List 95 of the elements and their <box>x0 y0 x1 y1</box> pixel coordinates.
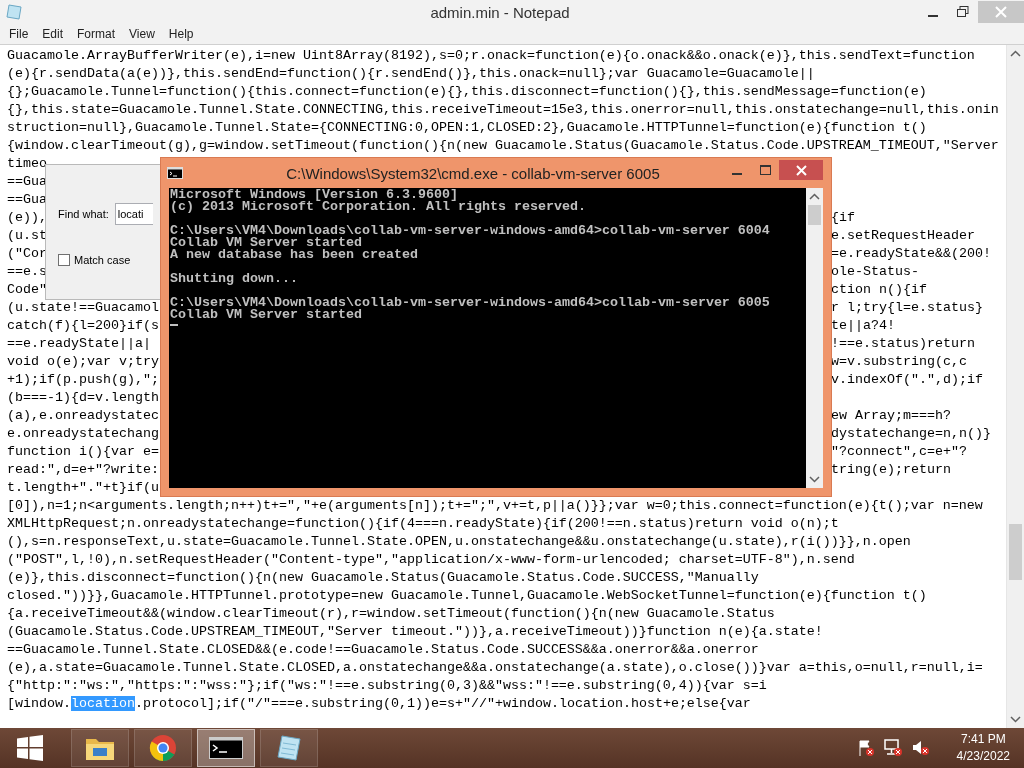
code-line: ==Guacamole.Tunnel.State.CLOSED&&(e.code!==Guacamole.Status.Code.SUCCESS&&a.onerror&&a.onerror <box>7 642 759 657</box>
code-line: timeo <box>7 156 47 171</box>
code-line: struction=null},Guacamole.Tunnel.State={CONNECTING:0,OPEN:1,CLOSED:2},Guacamole.HTTPTunnel=function(e){function t() <box>7 120 927 135</box>
menu-item[interactable]: View <box>122 27 162 41</box>
window-title: C:\Windows\System32\cmd.exe - collab-vm-server 6005 <box>285 164 661 182</box>
clock-date: 4/23/2022 <box>956 748 1010 765</box>
code-line: e.onreadystatechang <box>7 426 159 441</box>
menu-item[interactable]: Edit <box>35 27 71 41</box>
code-line: {window.clearTimeout(g),g=window.setTimeout(function(){n(new Guacamole.Status(Guacamole.Status.Code.UPSTREAM_TIMEOUT,"Server <box>7 138 999 153</box>
menu-item[interactable]: Format <box>70 27 123 41</box>
close-button[interactable] <box>779 160 823 180</box>
taskbar-button[interactable] <box>134 729 192 767</box>
code-line: {};Guacamole.Tunnel=function(){this.connect=function(e){},this.disconnect=function(){},this.sendMessage=function(e) <box>7 84 927 99</box>
code-line: read:",d=e+"?write: <box>7 462 159 477</box>
code-line: "?connect",c=e+"? <box>831 444 967 459</box>
restore-icon <box>957 6 969 18</box>
console-line: A new database has been created <box>170 247 418 262</box>
code-line: tring(e);return <box>831 462 951 477</box>
code-line: Guacamole.ArrayBufferWriter(e),i=new Uint8Array(8192),s=0;r.onack=function(e){o.onack&&o.onack(e)},this.sendText=function <box>7 48 975 63</box>
code-line: dystatechange=n,n()} <box>831 426 991 441</box>
code-line: Code" <box>7 282 47 297</box>
code-line: !==e.status)return <box>831 336 975 351</box>
speaker-muted-icon[interactable] <box>910 739 931 757</box>
code-line: t.length+"."+t}if(u <box>7 480 159 495</box>
code-line: w=v.substring(c,c <box>831 354 967 369</box>
code-line: XMLHttpRequest;n.onreadystatechange=function(){if(4===n.readyState){if(200!==n.status)return void o(n);t <box>7 516 839 531</box>
notepad-icon <box>6 4 22 20</box>
clock-time: 7:41 PM <box>960 731 1006 748</box>
code-line: ==Gua <box>7 192 47 207</box>
network-icon[interactable] <box>882 739 903 757</box>
console-line: Microsoft Windows [Version 6.3.9600] <box>170 187 458 202</box>
browser-icon <box>149 734 177 762</box>
code-line: (a),e.onreadystatec <box>7 408 159 423</box>
code-line: (Guacamole.Status.Code.UPSTREAM_TIMEOUT,"Server timeout."))},a.receiveTimeout))}function n(e){a.state! <box>7 624 823 639</box>
minimize-icon <box>732 173 742 175</box>
code-line: ==e.readyState||a| <box>7 336 151 351</box>
checkbox-label: Match case <box>74 254 131 266</box>
code-line: (e)},this.disconnect=function(){n(new Guacamole.Status(Guacamole.Status.Code.SUCCESS,"Manually <box>7 570 759 585</box>
code-line: (e)), <box>7 210 47 225</box>
code-line: closed."))}},Guacamole.HTTPTunnel.prototype=new Guacamole.Tunnel,Guacamole.WebSocketTunnel=function(e){function t() <box>7 588 927 603</box>
terminal-icon <box>167 167 183 179</box>
window-title: admin.min - Notepad <box>429 3 571 21</box>
maximize-icon <box>759 165 771 175</box>
code-line: catch(f){l=200}if(s <box>7 318 159 333</box>
close-icon <box>995 6 1007 18</box>
find-field[interactable]: locati <box>114 203 153 225</box>
console-line: Collab VM Server started <box>170 307 362 322</box>
code-line: v.indexOf(".",d);if <box>831 372 983 387</box>
text-cursor <box>170 324 178 326</box>
code-line: ==Gua <box>7 174 47 189</box>
code-line: (b===-1){d=v.length <box>7 390 159 405</box>
code-line: ("Cor <box>7 246 47 261</box>
code-line: [0]),n=1;n<arguments.length;n++)t+=","+e(arguments[n]);t+=";",v+=t,p||a()}};var w=0;this.connect=function(e){t();var n=new <box>7 498 983 513</box>
taskbar-button[interactable] <box>197 729 255 767</box>
taskbar-button[interactable] <box>260 729 318 767</box>
code-line: (u.st <box>7 228 47 243</box>
terminal-icon <box>209 737 243 759</box>
code-line: ction n(){if <box>831 282 927 297</box>
code-line: +1);if(p.push(g),"; <box>7 372 159 387</box>
console-line: C:\Users\VM4\Downloads\collab-vm-server-windows-amd64>collab-vm-server 6005 <box>170 295 770 310</box>
field-label: Find what: <box>58 208 109 220</box>
code-line: te||a?4! <box>831 318 895 333</box>
code-text: .protocol];if("/"===e.substring(0,1))e=s+"//"+window.location.host+e;else{var <box>135 696 751 711</box>
menu-item[interactable]: File <box>2 27 36 41</box>
code-line: ("POST",l,!0),n.setRequestHeader("Content-type","application/x-www-form-urlencoded; charset=UTF-8"),n.send <box>7 552 855 567</box>
scrollbar-thumb[interactable] <box>808 205 821 225</box>
code-line: (u.state!==Guacamol <box>7 300 159 315</box>
close-icon <box>795 164 807 176</box>
notepad-icon <box>276 734 302 762</box>
code-line: (),s=n.responseText,u.state=Guacamole.Tunnel.State.OPEN,u.onstatechange&&u.onstatechange(u.state),r(i())}},n.open <box>7 534 911 549</box>
taskbar-button[interactable] <box>71 729 129 767</box>
code-line: e.setRequestHeader <box>831 228 975 243</box>
console-line: Shutting down... <box>170 271 298 286</box>
code-line: (e),a.state=Guacamole.Tunnel.State.CLOSED,a.onstatechange&&a.onstatechange(a.state),o.close())}var a=this,o=null,r=null,i= <box>7 660 983 675</box>
code-line: void o(e);var v;try <box>7 354 159 369</box>
match-case-checkbox[interactable] <box>58 254 70 266</box>
code-line: {if <box>831 210 855 225</box>
menu-item[interactable]: Help <box>161 27 201 41</box>
code-line: (e){r.sendData(a(e))},this.sendEnd=function(){r.sendEnd()},this.onack=null};var Guacamole=Guacamole|| <box>7 66 815 81</box>
code-line: {"http:":"ws:","https:":"wss:"};if("ws:"!==e.substring(0,3)&&"wss:"!==e.substring(0,4)){var s=i <box>7 678 767 693</box>
code-line: ew Array;m===h? <box>831 408 951 423</box>
console-line: C:\Users\VM4\Downloads\collab-vm-server-windows-amd64>collab-vm-server 6004 <box>170 223 770 238</box>
minimize-icon <box>928 15 938 17</box>
code-line: {},this.state=Guacamole.Tunnel.State.CONNECTING,this.receiveTimeout=15e3,this.onerror=null,this.onstatechange=null,this.onin <box>7 102 999 117</box>
code-line: ole-Status- <box>831 264 919 279</box>
scrollbar-thumb[interactable] <box>1009 524 1022 580</box>
code-line: function i(){var e= <box>7 444 159 459</box>
code-line: =e.readyState&&(200! <box>831 246 991 261</box>
code-text: [window. <box>7 696 71 711</box>
flag-icon[interactable] <box>856 739 875 757</box>
console-line: Collab VM Server started <box>170 235 362 250</box>
text-selection: location <box>71 696 135 711</box>
code-line: {a.receiveTimeout&&(window.clearTimeout(r),r=window.setTimeout(function(){n(new Guacamole.Status <box>7 606 775 621</box>
code-line: ==e.s <box>7 264 47 279</box>
code-line: r l;try{l=e.status} <box>831 300 983 315</box>
